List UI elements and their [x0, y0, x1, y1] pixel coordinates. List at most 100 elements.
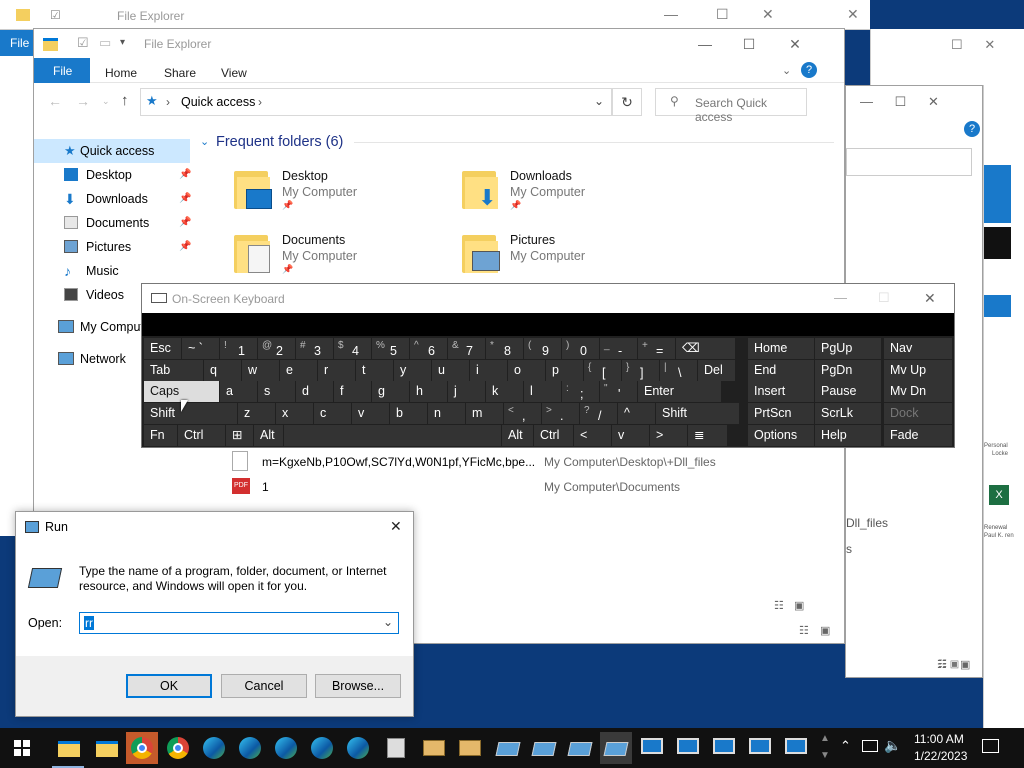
run-taskbar-icon[interactable]	[492, 732, 524, 764]
osk-key[interactable]: b	[390, 403, 427, 424]
excel-icon[interactable]: X	[989, 485, 1009, 505]
osk-key[interactable]: Del	[698, 360, 735, 381]
edge-taskbar-icon[interactable]	[234, 732, 266, 764]
details-view-icon[interactable]: ☷	[799, 624, 809, 637]
osk-key[interactable]: n	[428, 403, 465, 424]
osk-key[interactable]: w	[242, 360, 279, 381]
nav-item-downloads[interactable]: ⬇ Downloads 📌	[34, 187, 191, 211]
osk-key[interactable]: f	[334, 381, 371, 402]
osk-key[interactable]: Fade	[884, 425, 952, 446]
expand-ribbon-icon[interactable]: ⌄	[782, 64, 791, 77]
close-button[interactable]: ✕	[762, 6, 774, 23]
search-input[interactable]: ⚲ Search Quick access	[655, 88, 807, 124]
osk-key[interactable]: * 8	[486, 338, 523, 359]
tiles-view-icon[interactable]: ▣	[794, 599, 804, 612]
close-button[interactable]: ✕	[390, 518, 402, 535]
osk-key[interactable]: Insert	[748, 381, 814, 402]
osk-key[interactable]: Help	[815, 425, 881, 446]
osk-key[interactable]: m	[466, 403, 503, 424]
osk-key[interactable]: Esc	[144, 338, 181, 359]
osk-key[interactable]: #3	[296, 338, 333, 359]
osk-key[interactable]: a	[220, 381, 257, 402]
minimize-button[interactable]: —	[682, 29, 728, 59]
notifications-icon[interactable]	[982, 739, 999, 753]
osk-key[interactable]: ⊞	[226, 425, 253, 446]
close-button[interactable]: ✕	[847, 6, 859, 23]
osk-key[interactable]: d	[296, 381, 333, 402]
osk-key[interactable]: l	[524, 381, 561, 402]
nav-item-documents[interactable]: Documents 📌	[34, 211, 191, 235]
chevron-down-icon[interactable]: ⌄	[383, 615, 393, 629]
network-icon[interactable]	[862, 740, 878, 752]
nav-item-desktop[interactable]: Desktop 📌	[34, 163, 191, 187]
osk-key[interactable]: ScrLk	[815, 403, 881, 424]
show-hidden-icons-chevron-icon[interactable]: ⌃	[840, 738, 851, 754]
section-chevron-icon[interactable]: ⌄	[200, 135, 209, 148]
breadcrumb[interactable]: Quick access	[181, 95, 255, 109]
edge-taskbar-icon[interactable]	[270, 732, 302, 764]
osk-key[interactable]: p	[546, 360, 583, 381]
folder-tile-documents[interactable]: Documents My Computer 📌	[234, 231, 434, 281]
osk-key[interactable]: PgUp	[815, 338, 881, 359]
bg-address-bar[interactable]	[846, 148, 972, 176]
osk-key[interactable]: Mv Up	[884, 360, 952, 381]
maximize-button[interactable]: ☐	[878, 290, 890, 306]
details-view-icon[interactable]: ☷	[937, 658, 947, 671]
osk-key[interactable]: Mv Dn	[884, 381, 952, 402]
minimize-button[interactable]: —	[664, 6, 678, 22]
osk-key[interactable]: Home	[748, 338, 814, 359]
osk-key[interactable]: {[	[584, 360, 621, 381]
osk-key[interactable]: i	[470, 360, 507, 381]
clock-time[interactable]: 11:00 AM	[914, 732, 964, 746]
osk-key[interactable]: Enter	[638, 381, 721, 402]
help-icon[interactable]: ?	[801, 62, 817, 78]
file-explorer-taskbar-icon[interactable]	[52, 732, 84, 768]
osk-key[interactable]: Alt	[254, 425, 283, 446]
osk-key[interactable]: ^	[618, 403, 655, 424]
properties-icon[interactable]: ☑	[77, 35, 89, 51]
osk-key[interactable]: <	[574, 425, 611, 446]
open-input-value[interactable]: rr	[84, 616, 94, 630]
osk-key[interactable]: (9	[524, 338, 561, 359]
osk-key[interactable]: Fn	[144, 425, 177, 446]
osk-key[interactable]: PrtScn	[748, 403, 814, 424]
osk-key[interactable]: Alt	[502, 425, 533, 446]
osk-key[interactable]: z	[238, 403, 275, 424]
close-button[interactable]: ✕	[924, 290, 936, 307]
osk-key[interactable]: s	[258, 381, 295, 402]
osk-key[interactable]: t	[356, 360, 393, 381]
remote-desktop-taskbar-icon[interactable]	[672, 732, 704, 764]
cancel-button[interactable]: Cancel	[221, 674, 307, 698]
taskbar-scroll-arrows[interactable]: ▲ ▼	[820, 730, 830, 764]
osk-key[interactable]: Caps	[144, 381, 219, 402]
osk-key[interactable]: r	[318, 360, 355, 381]
osk-key[interactable]: y	[394, 360, 431, 381]
edge-taskbar-icon[interactable]	[342, 732, 374, 764]
osk-key[interactable]: Ctrl	[178, 425, 225, 446]
osk-key[interactable]: ⌫	[676, 338, 735, 359]
package-taskbar-icon[interactable]	[454, 732, 486, 764]
osk-key[interactable]	[284, 425, 501, 446]
osk-key[interactable]: Dock	[884, 403, 952, 424]
remote-desktop-taskbar-icon[interactable]	[744, 732, 776, 764]
osk-key[interactable]: ^ 6	[410, 338, 447, 359]
open-combobox[interactable]: rr ⌄	[79, 612, 399, 634]
osk-key[interactable]: Tab	[144, 360, 203, 381]
osk-key[interactable]: c	[314, 403, 351, 424]
osk-key[interactable]: _ -	[600, 338, 637, 359]
osk-key[interactable]: <,	[504, 403, 541, 424]
osk-key[interactable]: + =	[638, 338, 675, 359]
list-item[interactable]: m=KgxeNb,P10Owf,SC7lYd,W0N1pf,YFicMc,bpe…	[230, 450, 830, 472]
osk-key[interactable]: x	[276, 403, 313, 424]
pin-icon[interactable]: 📌	[179, 163, 191, 187]
osk-key[interactable]: % 5	[372, 338, 409, 359]
tab-view[interactable]: View	[221, 66, 247, 80]
osk-key[interactable]: q	[204, 360, 241, 381]
recent-chevron-icon[interactable]: ⌄	[102, 96, 110, 107]
osk-key[interactable]: Options	[748, 425, 814, 446]
osk-key[interactable]: Shift	[656, 403, 739, 424]
osk-key[interactable]: >.	[542, 403, 579, 424]
package-taskbar-icon[interactable]	[418, 732, 450, 764]
osk-key[interactable]: Pause	[815, 381, 881, 402]
pin-icon[interactable]: 📌	[179, 187, 191, 211]
